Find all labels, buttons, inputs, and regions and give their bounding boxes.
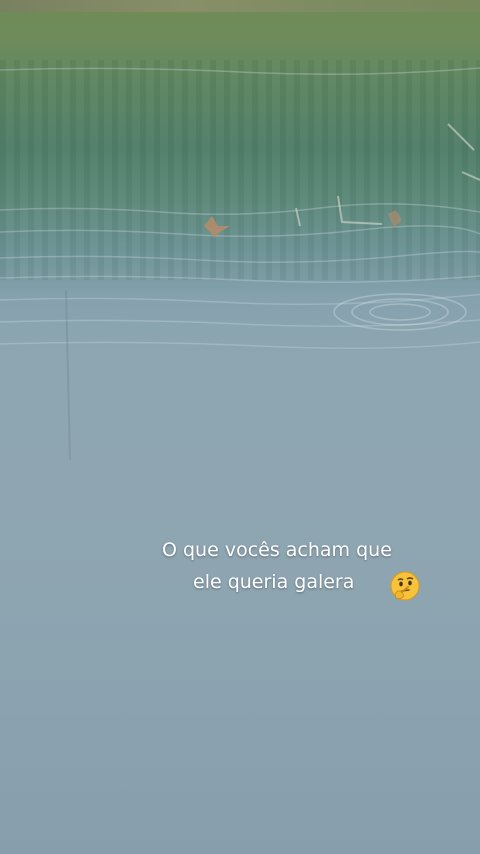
caption-line-2: ele queria galera (193, 571, 355, 593)
thinking-face-icon (390, 571, 420, 601)
water-ripples (0, 67, 480, 461)
story-frame: O que vocês acham que ele queria galera (0, 0, 480, 854)
caption-line-1: O que vocês acham que (162, 539, 392, 561)
